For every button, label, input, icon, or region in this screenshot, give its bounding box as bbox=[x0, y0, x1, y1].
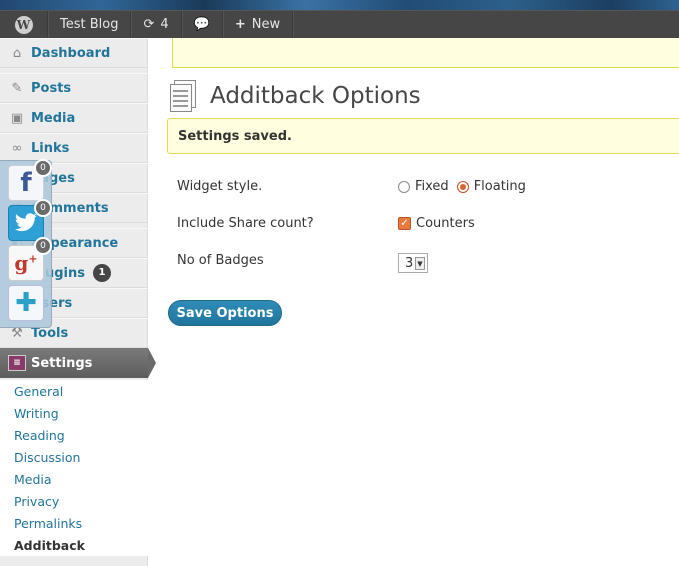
sidebar-item-media[interactable]: ▣ Media bbox=[0, 103, 148, 133]
wordpress-logo-button[interactable]: W bbox=[0, 10, 48, 39]
sidebar-item-label: Posts bbox=[31, 80, 72, 96]
refresh-icon: ⟳ bbox=[143, 17, 155, 32]
badges-select-value: 3 bbox=[405, 255, 414, 271]
comment-bubble-icon: 💬 bbox=[193, 17, 210, 32]
admin-bar: W Test Blog ⟳ 4 💬 + New bbox=[0, 0, 679, 39]
fixed-label: Fixed bbox=[415, 179, 449, 194]
submenu-discussion[interactable]: Discussion bbox=[0, 446, 148, 468]
badges-select-wrap: 3 ▼ bbox=[398, 253, 428, 273]
updates-button[interactable]: ⟳ 4 bbox=[131, 10, 182, 39]
site-name-link[interactable]: Test Blog bbox=[48, 10, 132, 39]
share-count-options: ✓ Counters bbox=[398, 216, 475, 231]
settings-saved-notice: Settings saved. bbox=[167, 118, 679, 154]
additback-share-button[interactable]: ✚ bbox=[8, 285, 44, 321]
sidebar-item-label: Settings bbox=[31, 355, 93, 371]
facebook-share-count: 0 bbox=[34, 159, 52, 177]
floating-share-widget: f 0 0 g+ 0 ✚ bbox=[0, 159, 52, 328]
sidebar-item-label: Links bbox=[31, 140, 70, 156]
notice-text: Settings saved. bbox=[178, 128, 292, 144]
link-icon: ∞ bbox=[11, 140, 23, 156]
sidebar-item-settings[interactable]: ≡ Settings bbox=[0, 348, 156, 378]
share-count-label: Include Share count? bbox=[177, 216, 314, 231]
media-icon: ▣ bbox=[10, 110, 24, 126]
badges-select[interactable]: 3 ▼ bbox=[398, 253, 428, 273]
submenu-additback[interactable]: Additback bbox=[0, 534, 148, 556]
plus-icon: + bbox=[234, 17, 246, 32]
settings-submenu: General Writing Reading Discussion Media… bbox=[0, 380, 148, 556]
submenu-general[interactable]: General bbox=[0, 380, 148, 402]
options-page-icon bbox=[168, 80, 200, 112]
home-icon: ⌂ bbox=[12, 45, 22, 61]
submenu-reading[interactable]: Reading bbox=[0, 424, 148, 446]
chevron-down-icon: ▼ bbox=[415, 257, 425, 270]
submenu-media[interactable]: Media bbox=[0, 468, 148, 490]
widget-style-options: Fixed Floating bbox=[398, 179, 526, 194]
updates-count: 4 bbox=[160, 17, 169, 32]
sidebar-item-links[interactable]: ∞ Links bbox=[0, 133, 148, 163]
settings-icon: ≡ bbox=[8, 355, 26, 371]
page-header: Additback Options bbox=[168, 80, 421, 112]
submenu-writing[interactable]: Writing bbox=[0, 402, 148, 424]
twitter-share-count: 0 bbox=[34, 199, 52, 217]
badges-label: No of Badges bbox=[177, 253, 264, 268]
badges-label-text: No of Badges bbox=[177, 253, 264, 268]
add-plus-icon: ✚ bbox=[15, 288, 37, 318]
page-title: Additback Options bbox=[210, 83, 421, 109]
new-label: New bbox=[251, 17, 281, 32]
floating-radio[interactable] bbox=[456, 180, 469, 193]
twitter-bird-icon bbox=[15, 213, 37, 232]
widget-style-label-text: Widget style. bbox=[177, 179, 263, 194]
sidebar-item-dashboard[interactable]: ⌂ Dashboard bbox=[0, 38, 148, 68]
submenu-privacy[interactable]: Privacy bbox=[0, 490, 148, 512]
counters-checkbox[interactable]: ✓ bbox=[398, 217, 411, 230]
new-content-button[interactable]: + New bbox=[223, 10, 294, 39]
save-options-button[interactable]: Save Options bbox=[168, 300, 282, 326]
sidebar-item-posts[interactable]: ✎ Posts bbox=[0, 73, 148, 103]
googleplus-icon: g+ bbox=[14, 251, 38, 275]
wordpress-icon: W bbox=[14, 15, 33, 34]
sidebar-item-label: Dashboard bbox=[31, 45, 111, 61]
fixed-radio[interactable] bbox=[398, 180, 410, 193]
site-name: Test Blog bbox=[60, 17, 119, 32]
top-notice-bar bbox=[172, 38, 679, 68]
floating-label: Floating bbox=[473, 179, 526, 194]
sidebar-item-label: Media bbox=[31, 110, 76, 126]
admin-bar-menu: W Test Blog ⟳ 4 💬 + New bbox=[0, 10, 679, 39]
comments-button[interactable]: 💬 bbox=[182, 10, 223, 39]
counters-label: Counters bbox=[416, 216, 475, 231]
plugins-update-badge: 1 bbox=[93, 264, 111, 282]
header-background-strip bbox=[0, 0, 679, 10]
pin-icon: ✎ bbox=[11, 80, 23, 96]
share-count-label-text: Include Share count? bbox=[177, 216, 314, 231]
widget-style-label: Widget style. bbox=[177, 179, 262, 194]
facebook-icon: f bbox=[20, 168, 32, 198]
submenu-permalinks[interactable]: Permalinks bbox=[0, 512, 148, 534]
googleplus-share-count: 0 bbox=[34, 237, 52, 255]
